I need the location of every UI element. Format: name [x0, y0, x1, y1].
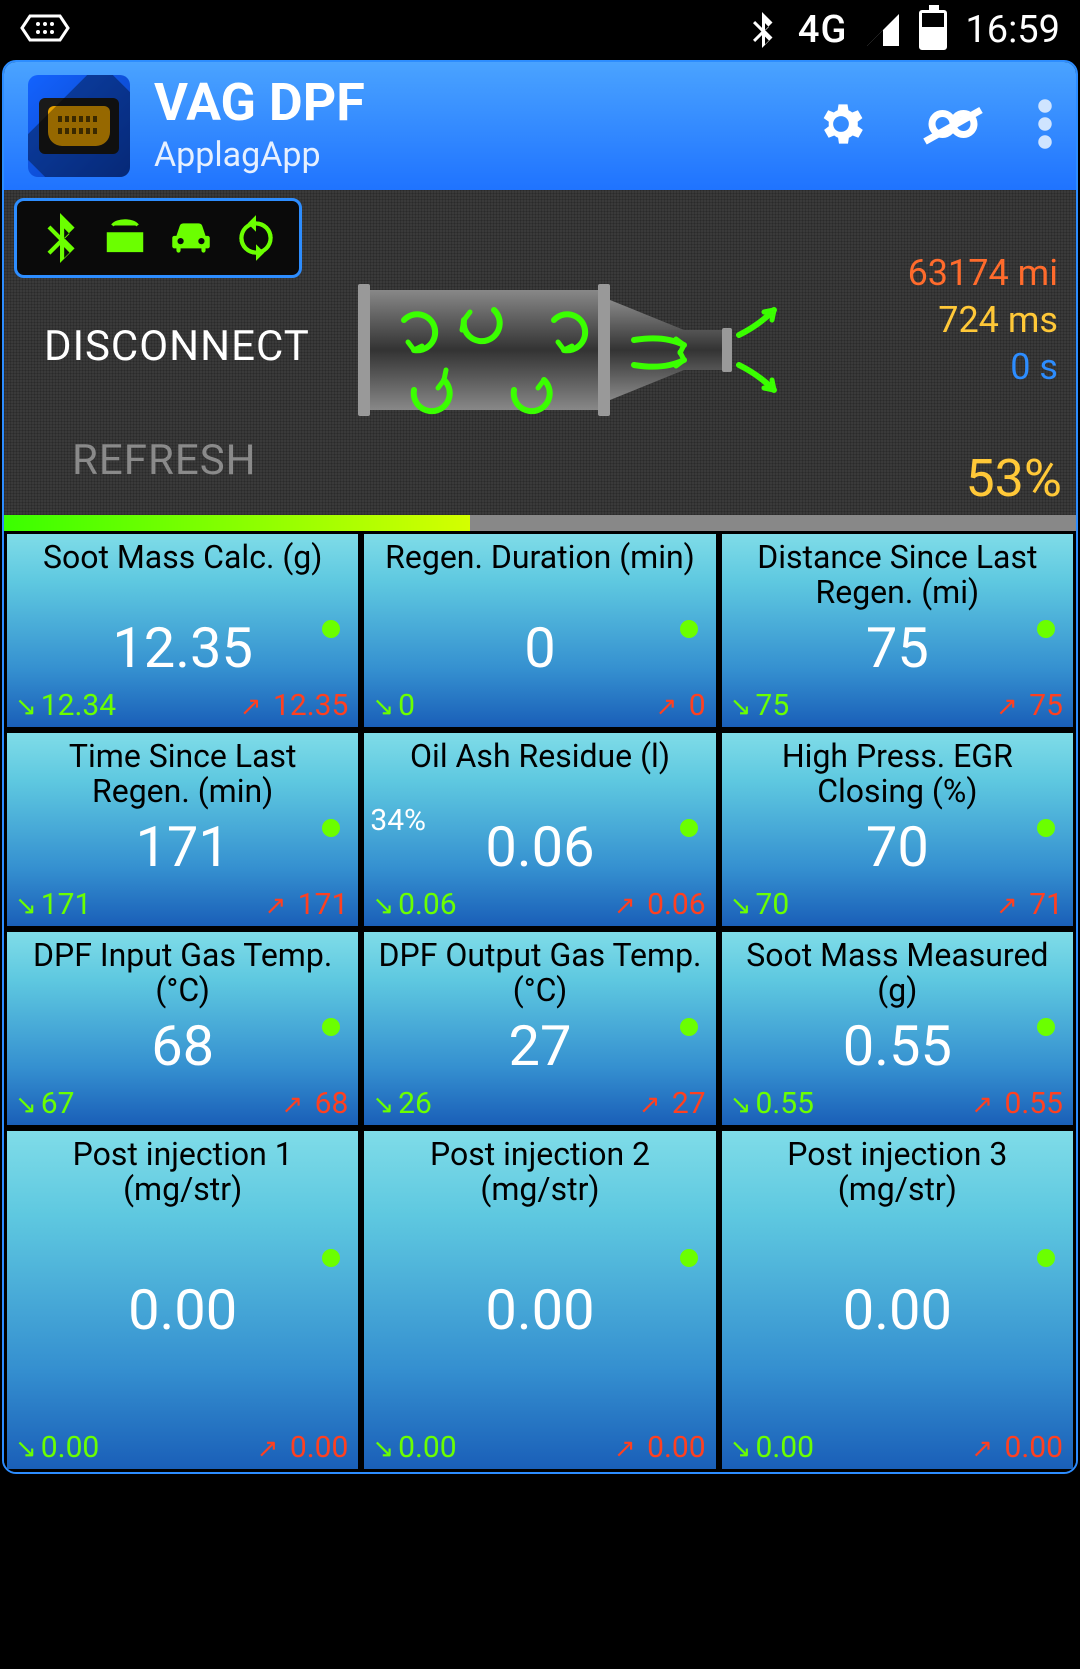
dpf-flow-graphic [344, 270, 784, 430]
tile-max: ↗ 0.00 [614, 1430, 706, 1465]
data-tile[interactable]: Regen. Duration (min) 0 ↘0 ↗ 0 [361, 531, 718, 730]
tile-min: ↘0 [372, 688, 415, 723]
tile-min: ↘0.00 [372, 1430, 456, 1465]
bt-status-icon [35, 213, 85, 263]
tile-value: 0.55 [722, 1013, 1073, 1079]
tile-min: ↘67 [15, 1086, 75, 1121]
tile-label: Soot Mass Calc. (g) [7, 534, 358, 575]
tile-label: Regen. Duration (min) [364, 534, 715, 575]
data-tile-grid: Soot Mass Calc. (g) 12.35 ↘12.34 ↗ 12.35 Reg… [4, 531, 1076, 1472]
tile-max: ↗ 68 [281, 1086, 348, 1121]
tile-max: ↗ 171 [265, 887, 349, 922]
status-dot-icon [1037, 1249, 1055, 1267]
app-title: VAG DPF [154, 77, 790, 129]
data-tile[interactable]: Soot Mass Calc. (g) 12.35 ↘12.34 ↗ 12.35 [4, 531, 361, 730]
tile-value: 0.06 [364, 814, 715, 880]
tile-value: 27 [364, 1013, 715, 1079]
distance-value: 63174 mi [908, 250, 1058, 297]
tile-label: Post injection 3 (mg/str) [722, 1131, 1073, 1207]
tile-min: ↘70 [730, 887, 790, 922]
timer-value: 0 s [908, 344, 1058, 391]
soot-progress-bar [4, 515, 1076, 531]
soot-progress-fill [4, 515, 470, 531]
tile-max: ↗ 0.55 [971, 1086, 1063, 1121]
tile-max: ↗ 71 [996, 887, 1063, 922]
tile-max: ↗ 0 [656, 688, 706, 723]
tile-value: 0.00 [364, 1277, 715, 1343]
battery-icon [919, 10, 947, 50]
obd-status-icon [100, 213, 150, 263]
data-tile[interactable]: High Press. EGR Closing (%)70 ↘70 ↗ 71 [719, 730, 1076, 929]
data-tile[interactable]: Oil Ash Residue (l)34%0.06↘0.06↗ 0.06 [361, 730, 718, 929]
settings-icon[interactable] [814, 97, 868, 155]
app-icon [28, 75, 130, 177]
tile-min: ↘0.00 [15, 1430, 99, 1465]
connection-status-box[interactable] [14, 198, 302, 278]
tile-label: High Press. EGR Closing (%) [722, 733, 1073, 809]
data-tile[interactable]: Distance Since Last Regen. (mi)75 ↘75 ↗ 75 [719, 531, 1076, 730]
status-dot-icon [680, 1249, 698, 1267]
tile-min: ↘0.00 [730, 1430, 814, 1465]
data-tile[interactable]: Soot Mass Measured (g)0.55 ↘0.55 ↗ 0.55 [719, 929, 1076, 1128]
dpf-status-panel: DISCONNECT REFRESH 63 [4, 190, 1076, 515]
network-label: 4G [798, 8, 847, 52]
data-tile[interactable]: DPF Input Gas Temp. (°C)68 ↘67 ↗ 68 [4, 929, 361, 1128]
app-header: VAG DPF ApplagApp [4, 62, 1076, 190]
tile-max: ↗ 0.00 [257, 1430, 349, 1465]
tile-min: ↘0.55 [730, 1086, 814, 1121]
data-tile[interactable]: Time Since Last Regen. (min)171 ↘171 ↗ 171 [4, 730, 361, 929]
tile-min: ↘12.34 [15, 688, 116, 723]
tile-value: 70 [722, 814, 1073, 880]
notification-icon [20, 10, 70, 46]
tile-max: ↗ 0.00 [971, 1430, 1063, 1465]
tile-label: Soot Mass Measured (g) [722, 932, 1073, 1008]
tile-value: 0.00 [7, 1277, 358, 1343]
tile-value: 68 [7, 1013, 358, 1079]
data-tile[interactable]: Post injection 1 (mg/str) 0.00 ↘0.00 ↗ 0.00 [4, 1128, 361, 1472]
tile-value: 0.00 [722, 1277, 1073, 1343]
latency-value: 724 ms [908, 297, 1058, 344]
tile-label: Post injection 1 (mg/str) [7, 1131, 358, 1207]
tile-value: 0 [364, 615, 715, 681]
tile-max: ↗ 75 [996, 688, 1063, 723]
soot-percent: 53% [965, 448, 1062, 509]
tile-max: ↗ 27 [639, 1086, 706, 1121]
data-tile[interactable]: Post injection 2 (mg/str) 0.00 ↘0.00 ↗ 0.00 [361, 1128, 718, 1472]
infinity-off-icon[interactable] [918, 97, 988, 155]
tile-max: ↗ 12.35 [240, 688, 349, 723]
tile-label: Post injection 2 (mg/str) [364, 1131, 715, 1207]
android-status-bar: 4G 16:59 [0, 0, 1080, 60]
more-icon[interactable] [1038, 97, 1052, 155]
tile-value: 12.35 [7, 615, 358, 681]
tile-label: Oil Ash Residue (l) [364, 733, 715, 774]
tile-value: 75 [722, 615, 1073, 681]
bluetooth-icon [744, 12, 780, 48]
data-tile[interactable]: DPF Output Gas Temp. (°C)27 ↘26 ↗ 27 [361, 929, 718, 1128]
disconnect-button[interactable]: DISCONNECT [44, 322, 310, 371]
tile-value: 171 [7, 814, 358, 880]
tile-max: ↗ 0.06 [614, 887, 706, 922]
signal-icon [865, 12, 901, 48]
tile-label: DPF Input Gas Temp. (°C) [7, 932, 358, 1008]
tile-min: ↘0.06 [372, 887, 456, 922]
tile-min: ↘75 [730, 688, 790, 723]
tile-min: ↘26 [372, 1086, 432, 1121]
data-tile[interactable]: Post injection 3 (mg/str) 0.00 ↘0.00 ↗ 0.00 [719, 1128, 1076, 1472]
tile-min: ↘171 [15, 887, 91, 922]
tile-label: Time Since Last Regen. (min) [7, 733, 358, 809]
status-dot-icon [322, 1249, 340, 1267]
refresh-button[interactable]: REFRESH [72, 436, 257, 485]
clock: 16:59 [965, 8, 1060, 52]
tile-label: DPF Output Gas Temp. (°C) [364, 932, 715, 1008]
car-status-icon [166, 213, 216, 263]
tile-label: Distance Since Last Regen. (mi) [722, 534, 1073, 610]
sync-status-icon [231, 213, 281, 263]
app-subtitle: ApplagApp [154, 135, 790, 175]
